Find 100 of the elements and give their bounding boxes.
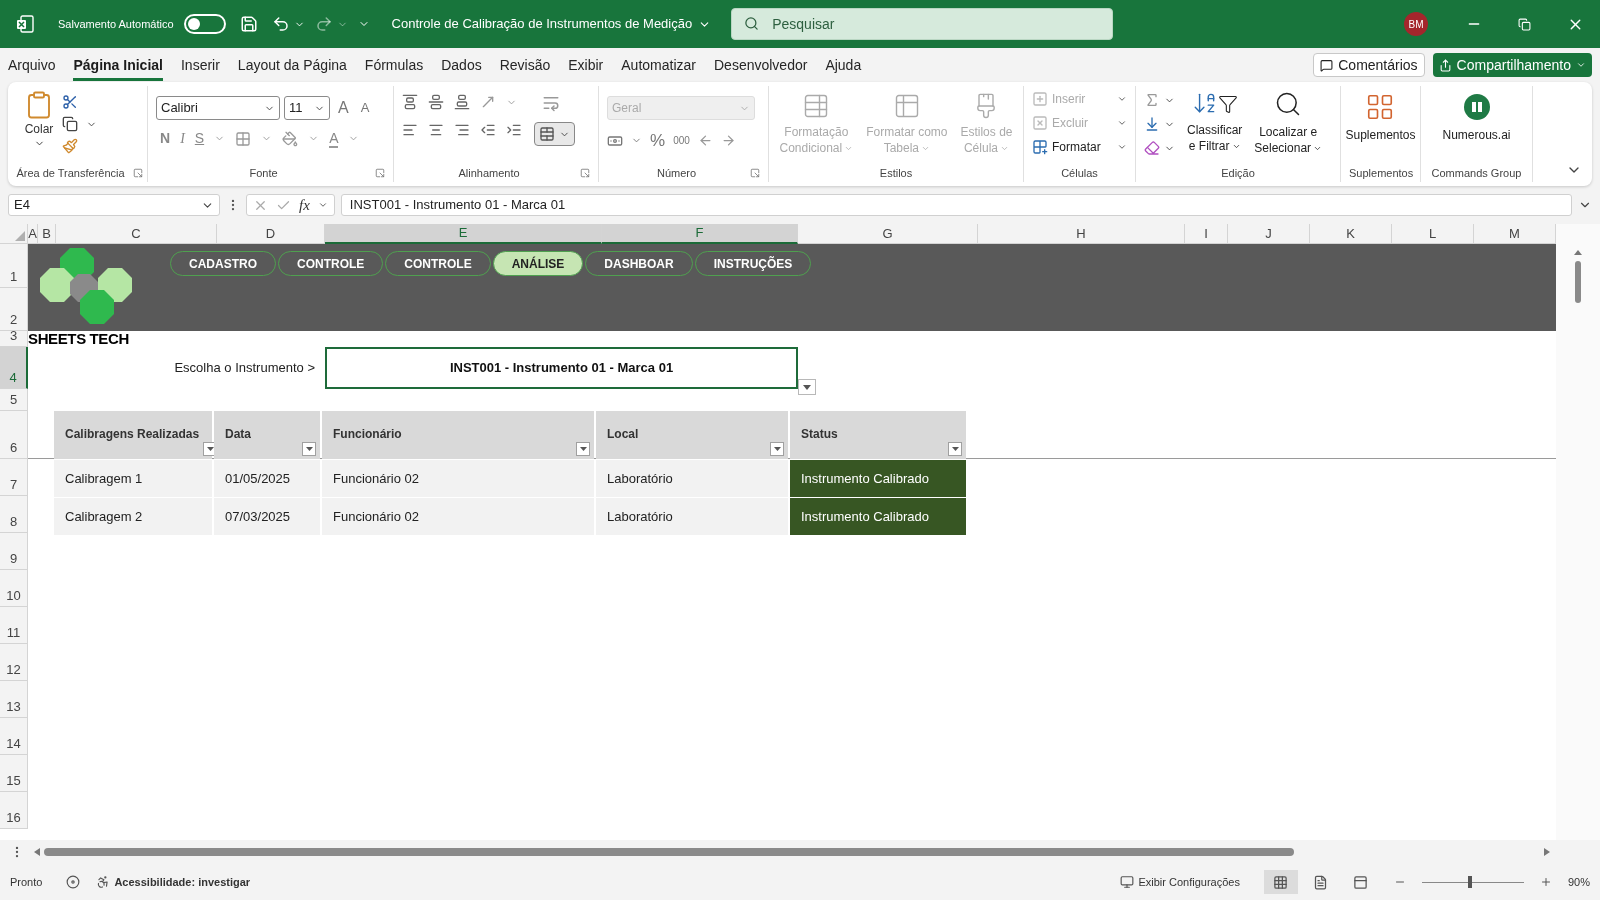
- menu-tab[interactable]: Ajuda: [825, 53, 862, 81]
- column-header[interactable]: E: [325, 224, 602, 244]
- decrease-decimal-icon[interactable]: [720, 133, 736, 149]
- dialog-launcher-icon[interactable]: [133, 168, 143, 178]
- menu-tab[interactable]: Revisão: [499, 53, 551, 81]
- filter-button[interactable]: [948, 442, 962, 456]
- filter-button[interactable]: [302, 442, 316, 456]
- numerous-button[interactable]: Numerous.ai: [1442, 94, 1511, 164]
- document-title[interactable]: Controle de Calibração de Instrumentos de Medição: [391, 14, 712, 34]
- dialog-launcher-icon[interactable]: [580, 168, 590, 178]
- align-middle-icon[interactable]: [428, 94, 444, 110]
- menu-tab[interactable]: Fórmulas: [364, 53, 424, 81]
- undo-icon[interactable]: [271, 15, 290, 33]
- find-select-button[interactable]: Localizar e Selecionar: [1254, 90, 1323, 164]
- align-top-icon[interactable]: [402, 94, 418, 110]
- row-header[interactable]: 6: [0, 411, 28, 459]
- add-ins-button[interactable]: Suplementos: [1345, 92, 1416, 164]
- fill-icon[interactable]: [1144, 116, 1160, 132]
- menu-tab[interactable]: Inserir: [180, 53, 220, 81]
- row-header[interactable]: 8: [0, 496, 28, 533]
- underline-button[interactable]: S: [194, 128, 205, 149]
- macro-record-icon[interactable]: [66, 875, 81, 889]
- save-icon[interactable]: [239, 15, 258, 33]
- row-header[interactable]: 5: [0, 389, 28, 411]
- redo-icon[interactable]: [314, 15, 333, 33]
- scrollbar-thumb[interactable]: [1575, 261, 1581, 303]
- nav-button[interactable]: CONTROLE: [278, 251, 384, 276]
- zoom-slider[interactable]: [1421, 876, 1524, 888]
- font-color-button[interactable]: A: [329, 129, 339, 148]
- row-header[interactable]: 14: [0, 718, 28, 755]
- dialog-launcher-icon[interactable]: [750, 168, 760, 178]
- nav-button[interactable]: ANÁLISE: [492, 251, 584, 276]
- row-header[interactable]: 15: [0, 755, 28, 792]
- display-settings-link[interactable]: Exibir Configurações: [1138, 873, 1240, 891]
- column-header[interactable]: G: [798, 224, 978, 244]
- percent-button[interactable]: %: [650, 128, 666, 154]
- increase-indent-icon[interactable]: [506, 122, 522, 138]
- column-header[interactable]: L: [1392, 224, 1474, 244]
- wrap-text-icon[interactable]: [542, 94, 560, 112]
- format-painter-icon[interactable]: [62, 138, 78, 154]
- font-name-select[interactable]: Calibri: [156, 96, 280, 120]
- insert-function-button[interactable]: fx: [299, 193, 310, 217]
- cut-icon[interactable]: [62, 94, 78, 110]
- instrument-select[interactable]: INST001 - Instrumento 01 - Marca 01: [325, 347, 798, 389]
- column-header[interactable]: H: [978, 224, 1185, 244]
- fill-color-icon[interactable]: [282, 130, 299, 147]
- dialog-launcher-icon[interactable]: [375, 168, 385, 178]
- accessibility-icon[interactable]: [96, 875, 111, 889]
- spreadsheet-icon[interactable]: [16, 15, 34, 33]
- autosave-toggle[interactable]: [183, 14, 226, 34]
- zoom-level[interactable]: 90%: [1567, 873, 1590, 891]
- merge-button[interactable]: [534, 122, 575, 146]
- increase-decimal-icon[interactable]: [697, 133, 713, 149]
- column-header[interactable]: F: [602, 224, 798, 244]
- zoom-in-icon[interactable]: [1539, 876, 1552, 888]
- paste-button[interactable]: Colar: [24, 90, 54, 149]
- menu-tab[interactable]: Automatizar: [621, 53, 696, 81]
- row-header[interactable]: 10: [0, 570, 28, 607]
- shrink-font-button[interactable]: A: [356, 98, 374, 118]
- sum-icon[interactable]: [1144, 92, 1160, 108]
- row-header[interactable]: 3: [0, 331, 28, 347]
- align-bottom-icon[interactable]: [454, 94, 470, 110]
- menu-tab[interactable]: Exibir: [568, 53, 604, 81]
- display-settings-icon[interactable]: [1120, 875, 1135, 889]
- zoom-thumb[interactable]: [1467, 876, 1472, 888]
- cells-button[interactable]: Formatar: [1032, 138, 1127, 156]
- column-header[interactable]: C: [56, 224, 217, 244]
- view-button[interactable]: [1263, 870, 1298, 894]
- row-header[interactable]: 13: [0, 681, 28, 718]
- align-center-icon[interactable]: [428, 122, 444, 138]
- formula-field[interactable]: INST001 - Instrumento 01 - Marca 01: [340, 194, 1572, 216]
- row-header[interactable]: 16: [0, 792, 28, 829]
- row-header[interactable]: 11: [0, 607, 28, 644]
- nav-button[interactable]: CADASTRO: [170, 251, 276, 276]
- chevron-icon[interactable]: [317, 200, 328, 210]
- row-header[interactable]: 1: [0, 244, 28, 288]
- orientation-icon[interactable]: [480, 94, 496, 110]
- column-header[interactable]: J: [1228, 224, 1310, 244]
- filter-button[interactable]: [576, 442, 590, 456]
- row-header[interactable]: 12: [0, 644, 28, 681]
- column-header[interactable]: D: [217, 224, 325, 244]
- copy-icon[interactable]: [62, 116, 78, 132]
- borders-icon[interactable]: [235, 130, 252, 147]
- filter-button[interactable]: [770, 442, 784, 456]
- row-header[interactable]: 9: [0, 533, 28, 570]
- bold-button[interactable]: N: [160, 128, 171, 149]
- menu-tab[interactable]: Arquivo: [8, 53, 56, 81]
- column-header[interactable]: B: [38, 224, 56, 244]
- dropdown-button[interactable]: [798, 379, 816, 395]
- nav-button[interactable]: DASHBOAR: [585, 251, 693, 276]
- column-header[interactable]: K: [1310, 224, 1392, 244]
- accessibility-status[interactable]: Acessibilidade: investigar: [114, 873, 251, 891]
- share-button[interactable]: Compartilhamento: [1432, 53, 1592, 77]
- decrease-indent-icon[interactable]: [480, 122, 496, 138]
- menu-tab[interactable]: Layout da Página: [237, 53, 347, 81]
- align-right-icon[interactable]: [454, 122, 470, 138]
- search-field[interactable]: Pesquisar: [731, 8, 1114, 40]
- column-header[interactable]: M: [1474, 224, 1556, 244]
- nav-button[interactable]: INSTRUÇÕES: [694, 251, 812, 276]
- grow-font-button[interactable]: A: [334, 96, 353, 120]
